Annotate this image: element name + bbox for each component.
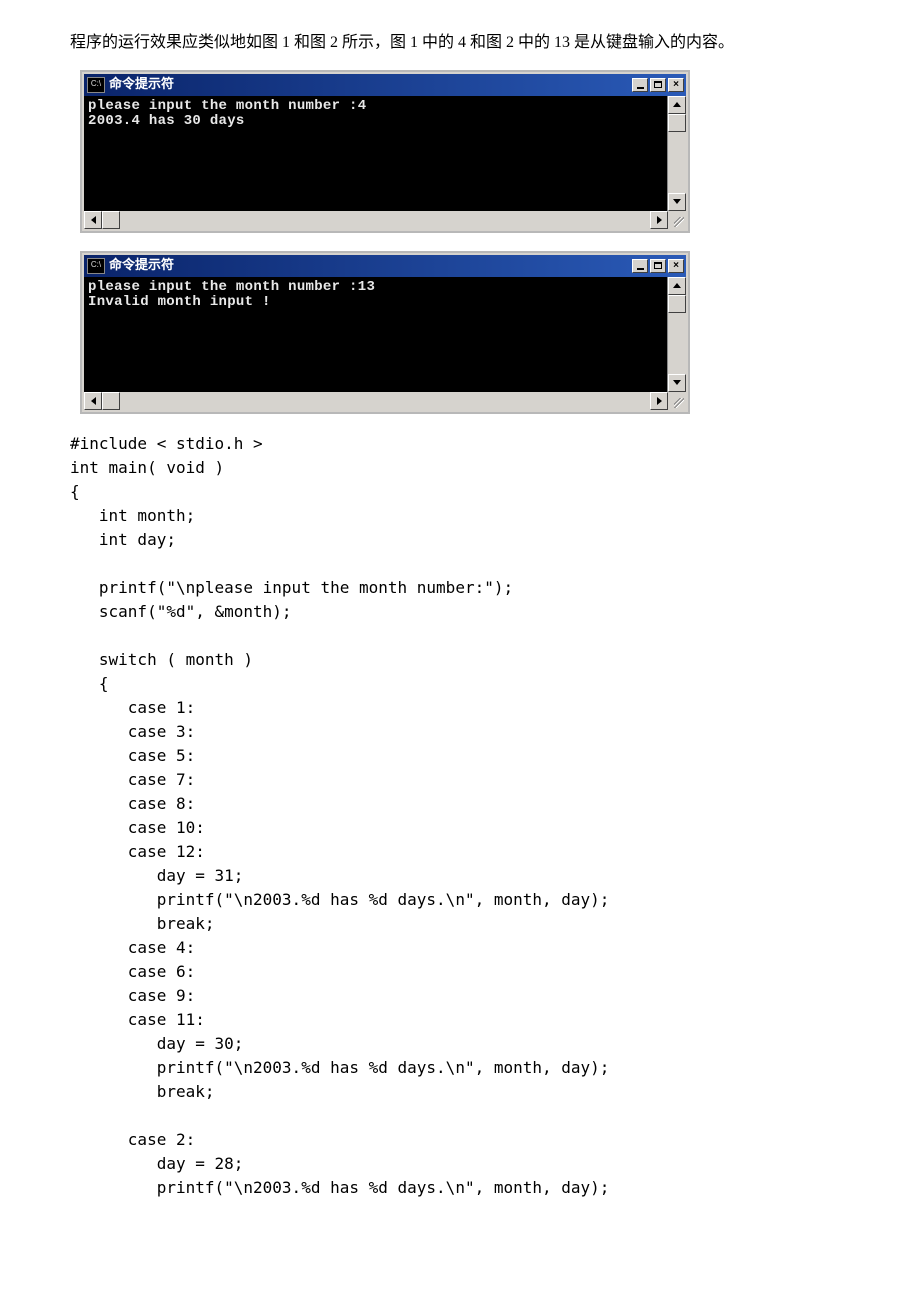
scroll-left-icon[interactable] — [84, 392, 102, 410]
horizontal-scrollbar[interactable] — [84, 211, 686, 229]
console-output: please input the month number :4 2003.4 … — [84, 96, 667, 211]
scroll-right-icon[interactable] — [650, 211, 668, 229]
scroll-up-icon[interactable] — [668, 96, 686, 114]
command-prompt-window-1: C:\ 命令提示符 × please input the month numbe… — [80, 70, 690, 233]
window-title: 命令提示符 — [109, 255, 632, 276]
scroll-left-icon[interactable] — [84, 211, 102, 229]
app-icon: C:\ — [87, 258, 105, 274]
resize-grip-icon[interactable] — [668, 211, 686, 229]
scroll-thumb[interactable] — [668, 295, 686, 313]
scroll-right-icon[interactable] — [650, 392, 668, 410]
titlebar[interactable]: C:\ 命令提示符 × — [84, 74, 686, 96]
minimize-button[interactable] — [632, 78, 648, 92]
scroll-thumb[interactable] — [102, 392, 120, 410]
scroll-down-icon[interactable] — [668, 193, 686, 211]
scroll-thumb[interactable] — [102, 211, 120, 229]
app-icon: C:\ — [87, 77, 105, 93]
horizontal-scrollbar[interactable] — [84, 392, 686, 410]
source-code: #include < stdio.h > int main( void ) { … — [70, 432, 850, 1200]
console-output: please input the month number :13 Invali… — [84, 277, 667, 392]
vertical-scrollbar[interactable] — [667, 96, 686, 211]
vertical-scrollbar[interactable] — [667, 277, 686, 392]
maximize-button[interactable] — [650, 259, 666, 273]
scroll-thumb[interactable] — [668, 114, 686, 132]
window-title: 命令提示符 — [109, 74, 632, 95]
close-button[interactable]: × — [668, 259, 684, 273]
close-button[interactable]: × — [668, 78, 684, 92]
minimize-button[interactable] — [632, 259, 648, 273]
titlebar[interactable]: C:\ 命令提示符 × — [84, 255, 686, 277]
scroll-down-icon[interactable] — [668, 374, 686, 392]
maximize-button[interactable] — [650, 78, 666, 92]
scroll-up-icon[interactable] — [668, 277, 686, 295]
resize-grip-icon[interactable] — [668, 392, 686, 410]
command-prompt-window-2: C:\ 命令提示符 × please input the month numbe… — [80, 251, 690, 414]
intro-text: 程序的运行效果应类似地如图 1 和图 2 所示，图 1 中的 4 和图 2 中的… — [70, 30, 850, 56]
